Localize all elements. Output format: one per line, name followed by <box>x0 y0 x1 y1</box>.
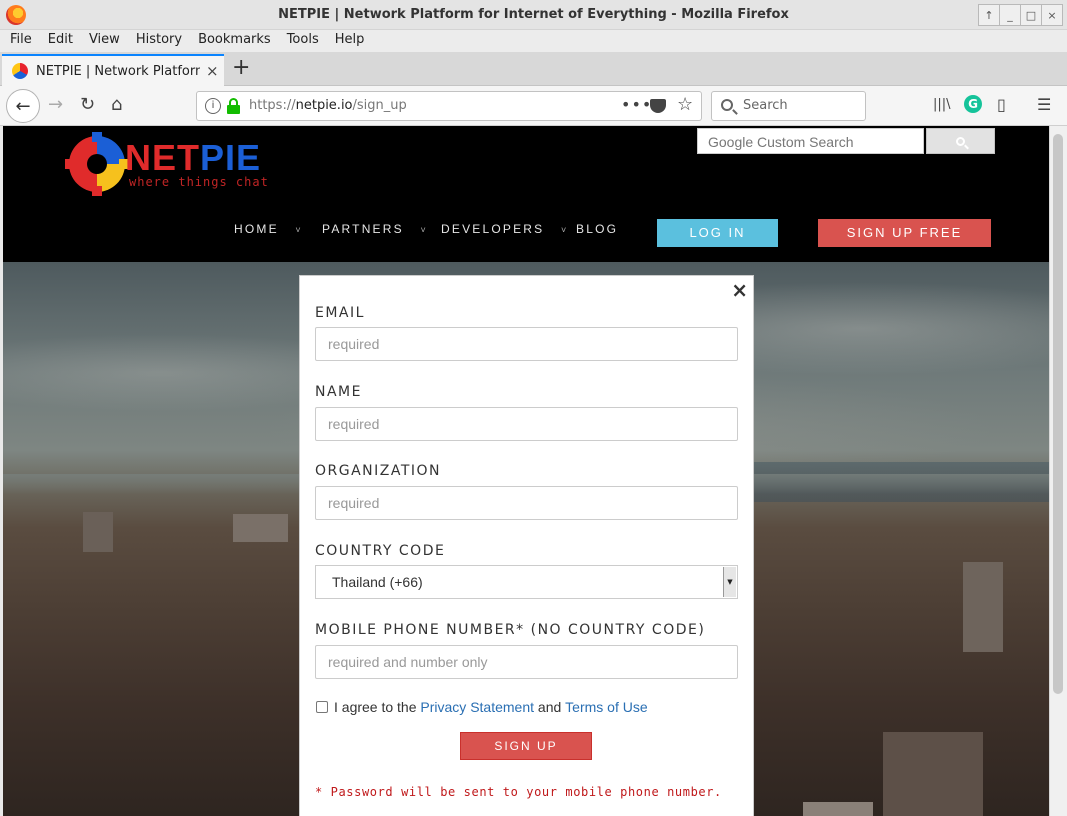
new-tab-button[interactable]: + <box>232 57 250 79</box>
grammarly-icon[interactable]: G <box>964 95 982 113</box>
organization-label: ORGANIZATION <box>315 463 442 479</box>
google-search-button[interactable] <box>926 128 995 154</box>
scrollbar-thumb[interactable] <box>1053 134 1063 694</box>
window-controls: ↑ _ □ × <box>978 4 1063 26</box>
signup-free-button[interactable]: SIGN UP FREE <box>818 219 991 247</box>
home-button[interactable]: ⌂ <box>111 94 122 115</box>
nav-developers[interactable]: DEVELOPERS ˅ <box>441 222 568 236</box>
site-header: NETPIE where things chat Google Custom S… <box>3 126 1049 262</box>
chevron-down-icon: ˅ <box>295 225 303 235</box>
name-placeholder: required <box>328 416 380 432</box>
window-title: NETPIE | Network Platform for Internet o… <box>278 7 789 22</box>
terms-of-use-link[interactable]: Terms of Use <box>565 699 647 715</box>
menu-help[interactable]: Help <box>325 30 371 52</box>
menu-edit[interactable]: Edit <box>38 30 79 52</box>
password-note: * Password will be sent to your mobile p… <box>315 785 722 799</box>
email-placeholder: required <box>328 336 380 352</box>
google-custom-search-input[interactable]: Google Custom Search <box>697 128 924 154</box>
menu-view[interactable]: View <box>79 30 126 52</box>
netpie-favicon-icon <box>12 63 28 79</box>
menu-bookmarks[interactable]: Bookmarks <box>188 30 277 52</box>
email-label: EMAIL <box>315 305 365 321</box>
signup-modal: × EMAIL required NAME required ORGANIZAT… <box>299 275 754 816</box>
window-shade-button[interactable]: ↑ <box>978 4 1000 26</box>
country-code-select[interactable]: Thailand (+66) ▼ <box>315 565 738 599</box>
netpie-logo-text[interactable]: NETPIE <box>125 140 261 176</box>
page-scrollbar[interactable] <box>1049 126 1067 816</box>
agree-row: I agree to the Privacy Statement and Ter… <box>316 699 648 715</box>
menu-file[interactable]: File <box>0 30 38 52</box>
library-icon[interactable]: |||\ <box>933 97 951 112</box>
nav-blog[interactable]: BLOG <box>576 222 618 236</box>
page-actions-icon[interactable]: ••• <box>621 95 652 114</box>
privacy-statement-link[interactable]: Privacy Statement <box>420 699 534 715</box>
name-field[interactable]: required <box>315 407 738 441</box>
page-viewport: NETPIE where things chat Google Custom S… <box>3 126 1049 816</box>
url-bar[interactable]: i https://netpie.io/sign_up ••• ☆ <box>196 91 702 121</box>
tab-netpie[interactable]: NETPIE | Network Platform fo × <box>2 54 224 86</box>
agree-text: I agree to the <box>334 699 417 715</box>
chevron-down-icon: ˅ <box>420 225 428 235</box>
info-icon[interactable]: i <box>205 98 221 114</box>
window-minimize-button[interactable]: _ <box>999 4 1021 26</box>
agree-and-text: and <box>537 699 562 715</box>
pocket-icon[interactable] <box>650 99 666 113</box>
window-close-button[interactable]: × <box>1041 4 1063 26</box>
chevron-down-icon[interactable]: ▼ <box>723 567 736 597</box>
phone-label: MOBILE PHONE NUMBER* (NO COUNTRY CODE) <box>315 622 706 638</box>
netpie-logo-gear-icon[interactable] <box>65 132 129 196</box>
menu-tools[interactable]: Tools <box>277 30 325 52</box>
logo-tagline: where things chat <box>129 175 269 189</box>
forward-button[interactable]: → <box>48 94 63 115</box>
menu-history[interactable]: History <box>126 30 188 52</box>
hamburger-menu-icon[interactable]: ☰ <box>1037 95 1051 114</box>
login-button[interactable]: LOG IN <box>657 219 778 247</box>
close-icon[interactable]: × <box>731 278 748 302</box>
bookmark-star-icon[interactable]: ☆ <box>677 94 693 115</box>
tab-bar: NETPIE | Network Platform fo × + <box>0 52 1067 86</box>
sidebar-icon[interactable]: ▯ <box>997 95 1006 114</box>
browser-search-placeholder: Search <box>743 98 788 113</box>
organization-field[interactable]: required <box>315 486 738 520</box>
tab-title: NETPIE | Network Platform fo <box>36 63 200 79</box>
chevron-down-icon: ˅ <box>560 225 569 235</box>
country-code-label: COUNTRY CODE <box>315 543 446 559</box>
agree-checkbox[interactable] <box>316 701 328 713</box>
browser-search-input[interactable]: Search <box>711 91 866 121</box>
reload-button[interactable]: ↻ <box>80 94 95 115</box>
organization-placeholder: required <box>328 495 380 511</box>
window-maximize-button[interactable]: □ <box>1020 4 1042 26</box>
tab-close-icon[interactable]: × <box>206 62 219 80</box>
phone-field[interactable]: required and number only <box>315 645 738 679</box>
signup-submit-button[interactable]: SIGN UP <box>460 732 592 760</box>
nav-partners[interactable]: PARTNERS ˅ <box>322 222 428 236</box>
name-label: NAME <box>315 384 362 400</box>
country-code-value: Thailand (+66) <box>332 574 423 590</box>
nav-home[interactable]: HOME ˅ <box>234 222 303 236</box>
navigation-toolbar: ← → ↻ ⌂ i https://netpie.io/sign_up ••• … <box>0 86 1067 126</box>
search-icon <box>721 99 733 111</box>
menu-bar: File Edit View History Bookmarks Tools H… <box>0 30 1067 52</box>
phone-placeholder: required and number only <box>328 654 488 670</box>
search-icon <box>956 136 965 146</box>
url-text[interactable]: https://netpie.io/sign_up <box>249 98 407 113</box>
lock-icon[interactable] <box>227 98 240 114</box>
back-button[interactable]: ← <box>6 89 40 123</box>
email-field[interactable]: required <box>315 327 738 361</box>
window-titlebar: NETPIE | Network Platform for Internet o… <box>0 0 1067 30</box>
